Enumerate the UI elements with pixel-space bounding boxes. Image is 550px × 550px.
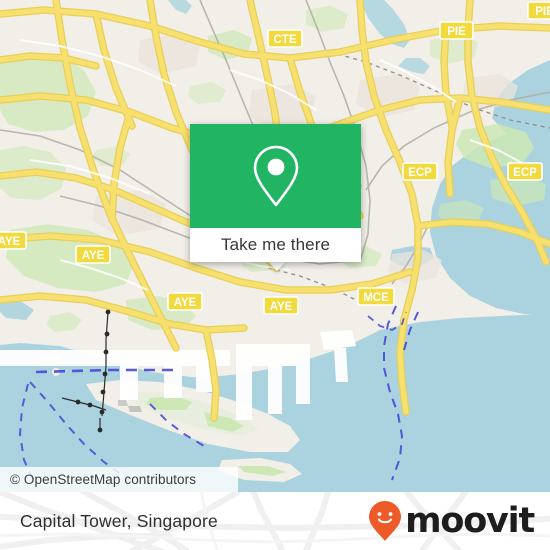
map-pin-icon	[253, 145, 298, 207]
svg-text:AYE: AYE	[174, 297, 197, 309]
moovit-wordmark: moovit	[405, 500, 535, 541]
moovit-place-card-screenshot: CTE PIE PIE ECP ECP AYE AYE AYE AYE MCE …	[0, 0, 550, 550]
svg-text:CTE: CTE	[274, 34, 297, 46]
svg-text:ECP: ECP	[513, 167, 537, 179]
moovit-pin-smiley-icon	[369, 501, 402, 541]
place-title: Capital Tower, Singapore	[20, 492, 218, 550]
svg-text:AYE: AYE	[270, 301, 293, 313]
svg-text:AYE: AYE	[0, 236, 21, 248]
moovit-brand[interactable]: moovit	[368, 492, 535, 550]
osm-attribution: © OpenStreetMap contributors	[0, 467, 238, 492]
place-callout-card[interactable]: Take me there	[190, 124, 361, 262]
place-title-text: Capital Tower, Singapore	[20, 510, 218, 531]
svg-text:PIE: PIE	[535, 6, 550, 18]
svg-text:PIE: PIE	[447, 26, 466, 38]
svg-text:ECP: ECP	[408, 167, 432, 179]
svg-text:AYE: AYE	[82, 250, 105, 262]
callout-pointer-tail	[268, 261, 286, 271]
callout-pin-panel	[190, 124, 361, 228]
footer-bar: Capital Tower, Singapore moovit	[0, 492, 550, 550]
take-me-there-label: Take me there	[220, 235, 331, 254]
osm-attribution-text: © OpenStreetMap contributors	[10, 472, 197, 487]
take-me-there-button[interactable]: Take me there	[190, 228, 361, 262]
svg-text:MCE: MCE	[363, 292, 389, 304]
